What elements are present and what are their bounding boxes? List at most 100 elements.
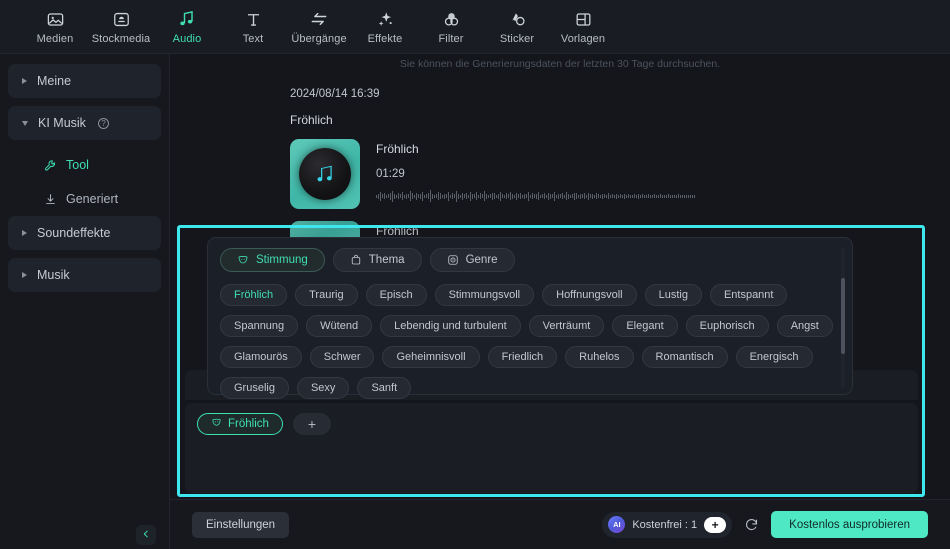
waveform-bar <box>626 194 627 198</box>
tab-stimmung[interactable]: Stimmung <box>220 248 325 272</box>
waveform-bar <box>486 193 487 199</box>
waveform-bar <box>408 194 409 198</box>
tab-thema[interactable]: Thema <box>332 248 422 272</box>
tag-option[interactable]: Episch <box>365 284 427 306</box>
waveform-bar <box>574 192 575 200</box>
waveform-bar <box>526 194 527 198</box>
selected-tag-chip[interactable]: Fröhlich <box>197 413 283 435</box>
toolbar-item-vorlagen[interactable]: Vorlagen <box>550 1 616 53</box>
waveform-bar <box>468 194 469 198</box>
tag-option[interactable]: Verträumt <box>528 315 605 337</box>
sidebar-item-musik[interactable]: Musik <box>8 258 161 292</box>
add-tag-button[interactable]: + <box>292 413 331 435</box>
tab-label: Stimmung <box>256 254 308 266</box>
waveform-bar <box>538 192 539 200</box>
toolbar-label: Audio <box>172 33 202 45</box>
toolbar-label: Vorlagen <box>560 33 606 45</box>
selected-chip-row: Fröhlich + <box>197 413 906 435</box>
waveform-bar <box>420 193 421 199</box>
waveform-bar <box>648 194 649 198</box>
selected-tags-area[interactable]: Fröhlich + <box>185 403 918 493</box>
waveform-bar <box>388 194 389 198</box>
tag-option[interactable]: Lebendig und turbulent <box>380 315 521 337</box>
waveform-bar <box>448 191 449 201</box>
tag-option[interactable]: Elegant <box>612 315 678 337</box>
toolbar-item-effekte[interactable]: Effekte <box>352 1 418 53</box>
waveform-bar <box>458 193 459 199</box>
tag-option[interactable]: Traurig <box>295 284 358 306</box>
waveform-bar <box>410 191 411 201</box>
toolbar-item-sticker[interactable]: Sticker <box>484 1 550 53</box>
tag-option[interactable]: Lustig <box>644 284 702 306</box>
toolbar-item-stockmedia[interactable]: Stockmedia <box>88 1 154 53</box>
waveform-bar <box>548 192 549 200</box>
sidebar-item-soundeffekte[interactable]: Soundeffekte <box>8 216 161 250</box>
settings-button[interactable]: Einstellungen <box>192 511 290 538</box>
toolbar-item-audio[interactable]: Audio <box>154 1 220 53</box>
waveform-bar <box>550 193 551 199</box>
sidebar-item-label: KI Musik <box>38 116 86 130</box>
waveform-bar <box>416 192 417 200</box>
tag-option[interactable]: Romantisch <box>641 346 728 368</box>
toolbar-label: Text <box>242 33 264 45</box>
waveform-bar <box>478 194 479 198</box>
waveform-bar <box>426 194 427 198</box>
tag-option[interactable]: Fröhlich <box>220 284 288 306</box>
waveform-bar <box>402 192 403 200</box>
tag-option[interactable]: Euphorisch <box>685 315 769 337</box>
sidebar-collapse-button[interactable] <box>136 525 156 545</box>
sidebar-item-generiert[interactable]: Generiert <box>8 182 161 216</box>
refresh-icon[interactable] <box>744 517 759 532</box>
tag-option[interactable]: Geheimnisvoll <box>382 346 480 368</box>
tag-option[interactable]: Hoffnungsvoll <box>542 284 637 306</box>
sidebar-item-ki-musik[interactable]: KI Musik ? <box>8 106 161 140</box>
tag-option[interactable]: Sexy <box>296 377 350 399</box>
tag-option[interactable]: Spannung <box>220 315 299 337</box>
waveform-bar <box>438 192 439 200</box>
tag-option[interactable]: Friedlich <box>487 346 558 368</box>
transitions-icon <box>309 8 329 30</box>
tag-option[interactable]: Entspannt <box>709 284 788 306</box>
toolbar-item-text[interactable]: Text <box>220 1 286 53</box>
track-thumbnail[interactable] <box>290 139 360 209</box>
effects-icon <box>376 8 395 30</box>
panel-scrollbar-thumb[interactable] <box>841 278 845 354</box>
sidebar-item-tool[interactable]: Tool <box>8 148 161 182</box>
waveform-bar <box>534 194 535 198</box>
waveform[interactable] <box>376 186 695 206</box>
waveform-bar <box>500 191 501 201</box>
waveform-bar <box>612 194 613 198</box>
tag-option[interactable]: Ruhelos <box>565 346 634 368</box>
tab-genre[interactable]: Genre <box>429 248 515 272</box>
waveform-bar <box>694 194 695 198</box>
tag-option[interactable]: Wütend <box>306 315 373 337</box>
mask-icon <box>237 254 249 266</box>
tag-option[interactable]: Energisch <box>735 346 813 368</box>
tag-option[interactable]: Glamourös <box>220 346 302 368</box>
waveform-bar <box>456 190 457 202</box>
toolbar-item-uebergaenge[interactable]: Übergänge <box>286 1 352 53</box>
waveform-bar <box>690 194 691 198</box>
sidebar-item-meine[interactable]: Meine <box>8 64 161 98</box>
tag-option[interactable]: Stimmungsvoll <box>434 284 535 306</box>
toolbar-item-filter[interactable]: Filter <box>418 1 484 53</box>
panel-scrollbar[interactable] <box>841 248 845 388</box>
toolbar-item-medien[interactable]: Medien <box>22 1 88 53</box>
waveform-bar <box>424 194 425 198</box>
add-credits-button[interactable]: + <box>704 516 727 533</box>
try-free-button[interactable]: Kostenlos ausprobieren <box>771 511 928 538</box>
waveform-bar <box>384 193 385 199</box>
tag-option[interactable]: Sanft <box>357 377 412 399</box>
track-row[interactable]: Fröhlich 01:29 <box>290 139 950 209</box>
waveform-bar <box>396 194 397 198</box>
waveform-bar <box>544 193 545 199</box>
waveform-bar <box>654 194 655 198</box>
wrench-icon <box>44 159 57 172</box>
tag-option[interactable]: Gruselig <box>220 377 289 399</box>
tag-row: Glamourös Schwer Geheimnisvoll Friedlich Ruh… <box>220 346 840 368</box>
tag-option[interactable]: Angst <box>776 315 833 337</box>
waveform-bar <box>686 194 687 198</box>
waveform-bar <box>422 191 423 201</box>
help-icon[interactable]: ? <box>97 117 109 129</box>
tag-option[interactable]: Schwer <box>309 346 375 368</box>
